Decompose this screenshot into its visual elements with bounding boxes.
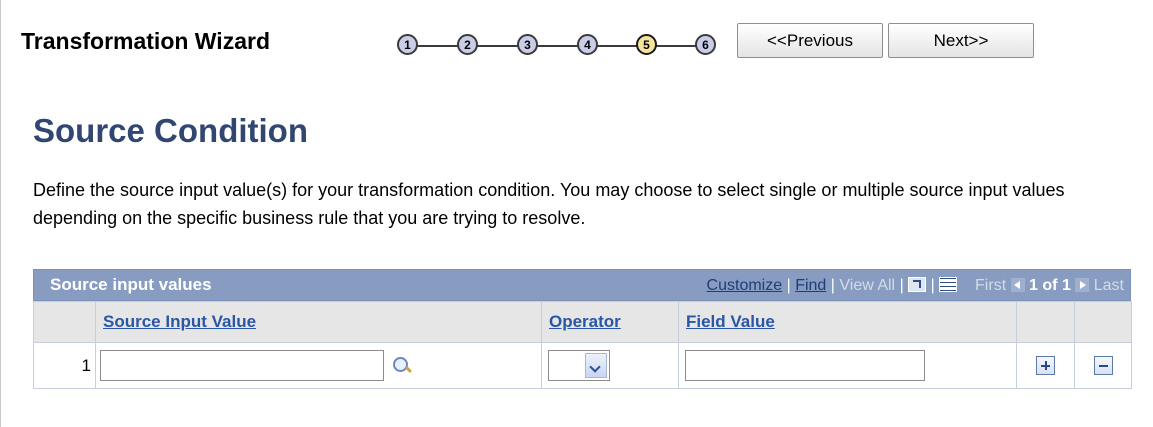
operator-cell: [541, 342, 679, 389]
row-number: 1: [33, 342, 96, 389]
add-column-header: [1016, 301, 1075, 343]
customize-link[interactable]: Customize: [707, 277, 783, 294]
delete-row-minus-icon[interactable]: [1093, 356, 1113, 375]
page-description: Define the source input value(s) for you…: [33, 180, 1065, 228]
previous-row-arrow-icon: [1010, 278, 1025, 292]
grid-navigation: Customize | Find | View All | | First 1 …: [707, 277, 1124, 295]
nav-separator: |: [786, 277, 796, 294]
wizard-title: Transformation Wizard: [21, 28, 270, 54]
nav-separator: |: [930, 277, 940, 294]
field-value-input[interactable]: [685, 350, 925, 381]
delete-column-header: [1074, 301, 1132, 343]
view-all-link: View All: [839, 277, 896, 294]
grid-table: Source Input Value Operator Field Value …: [33, 301, 1132, 389]
nav-separator: |: [899, 277, 909, 294]
add-row-plus-icon[interactable]: [1036, 356, 1055, 375]
grid-title: Source input values: [50, 275, 212, 294]
next-button[interactable]: Next>>: [888, 23, 1034, 58]
table-row: 1: [33, 342, 1132, 389]
row-count: 1 of 1: [1029, 277, 1071, 294]
last-link: Last: [1093, 277, 1124, 294]
source-input-value-sort-link[interactable]: Source Input Value: [103, 312, 256, 331]
operator-header[interactable]: Operator: [541, 301, 679, 343]
add-row-cell: [1016, 342, 1075, 389]
first-link: First: [975, 277, 1007, 294]
lookup-search-icon[interactable]: [392, 356, 412, 376]
field-value-cell: [678, 342, 1017, 389]
step-6[interactable]: 6: [695, 34, 716, 55]
delete-row-cell: [1074, 342, 1132, 389]
chevron-down-icon[interactable]: [585, 353, 607, 378]
source-input-value-field[interactable]: [100, 350, 384, 381]
previous-button[interactable]: <<Previous: [737, 23, 883, 58]
field-value-header[interactable]: Field Value: [678, 301, 1017, 343]
spreadsheet-icon[interactable]: [939, 277, 958, 292]
grid-header: Source input values Customize | Find | V…: [33, 269, 1131, 301]
step-5-current[interactable]: 5: [636, 34, 657, 55]
step-1[interactable]: 1: [397, 34, 418, 55]
step-3[interactable]: 3: [517, 34, 538, 55]
source-input-value-cell: [95, 342, 542, 389]
row-number-header: [33, 301, 96, 343]
operator-dropdown[interactable]: [548, 350, 610, 381]
step-2[interactable]: 2: [457, 34, 478, 55]
zoom-grid-icon[interactable]: [908, 277, 927, 292]
operator-sort-link[interactable]: Operator: [549, 312, 621, 331]
page-title: Source Condition: [33, 112, 308, 149]
next-row-arrow-icon: [1075, 278, 1090, 292]
grid-column-headers: Source Input Value Operator Field Value: [33, 301, 1132, 343]
field-value-sort-link[interactable]: Field Value: [686, 312, 775, 331]
source-input-value-header[interactable]: Source Input Value: [95, 301, 542, 343]
step-4[interactable]: 4: [577, 34, 598, 55]
find-link[interactable]: Find: [795, 277, 826, 294]
source-input-values-grid: Source input values Customize | Find | V…: [33, 269, 1132, 389]
left-border: [0, 0, 1, 427]
